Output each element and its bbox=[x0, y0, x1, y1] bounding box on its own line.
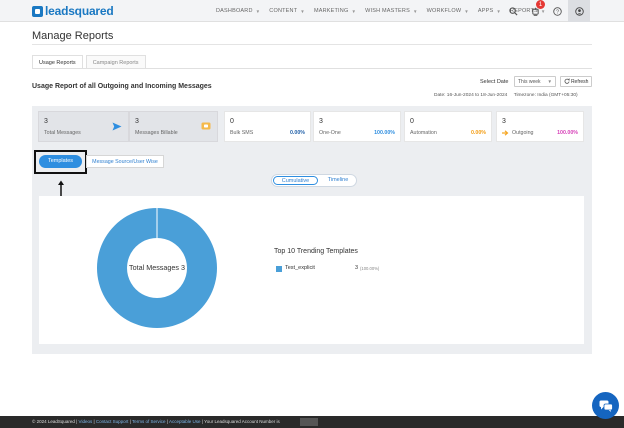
footer-link-contact-support[interactable]: Contact Support bbox=[96, 419, 129, 424]
stat-label: One-One bbox=[319, 130, 341, 136]
donut-center-label: Total Messages 3 bbox=[129, 263, 185, 272]
stat-value: 3 bbox=[502, 118, 506, 125]
nav-dashboard[interactable]: DASHBOARD ▼ bbox=[216, 8, 260, 14]
notifications-button[interactable]: 1 bbox=[524, 0, 546, 22]
timezone-text: Timezone: India (GMT+05:30) bbox=[513, 93, 578, 98]
nav-content[interactable]: CONTENT ▼ bbox=[269, 8, 305, 14]
tab-usage-reports[interactable]: Usage Reports bbox=[32, 55, 83, 69]
stat-outgoing[interactable]: 3 Outgoing 100.00% bbox=[496, 111, 584, 142]
report-title: Usage Report of all Outgoing and Incomin… bbox=[32, 83, 212, 90]
leadsquared-logo[interactable]: leadsquared bbox=[32, 4, 114, 18]
select-date-label: Select Date bbox=[480, 79, 509, 85]
date-range-select[interactable]: This week ▼ bbox=[514, 76, 556, 87]
footer-account-text: | Your Leadsquared Account Number is bbox=[201, 419, 280, 424]
chat-button[interactable] bbox=[592, 392, 619, 419]
chevron-down-icon: ▼ bbox=[412, 8, 418, 14]
stat-label: Total Messages bbox=[44, 130, 81, 136]
redacted-account-number bbox=[300, 418, 318, 426]
stat-label: Bulk SMS bbox=[230, 130, 254, 136]
donut-chart: Total Messages 3 bbox=[96, 208, 217, 328]
footer-link-videos[interactable]: Videos bbox=[79, 419, 93, 424]
nav-marketing-label: MARKETING bbox=[313, 8, 349, 14]
outgoing-arrow-icon bbox=[502, 130, 509, 136]
stat-value: 0 bbox=[230, 118, 234, 125]
logo-text: leadsquared bbox=[45, 4, 114, 18]
cumulative-toggle[interactable]: Cumulative bbox=[273, 176, 318, 185]
report-tabs: Usage Reports Campaign Reports bbox=[32, 55, 149, 69]
nav-dashboard-label: DASHBOARD bbox=[216, 8, 253, 14]
legend-label: Test_explicit bbox=[285, 265, 315, 271]
legend-percent: (100.00%) bbox=[360, 266, 380, 271]
logo-mark-icon bbox=[32, 5, 43, 17]
nav-apps-label: APPS bbox=[477, 8, 494, 14]
stat-automation[interactable]: 0 Automation 0.00% bbox=[404, 111, 492, 142]
chevron-down-icon: ▼ bbox=[351, 8, 357, 14]
stat-messages-billable[interactable]: 3 Messages Billable bbox=[129, 111, 218, 142]
stat-percent: 0.00% bbox=[289, 130, 305, 136]
stat-value: 3 bbox=[319, 118, 323, 125]
nav-content-label: CONTENT bbox=[269, 8, 298, 14]
chart-title: Top 10 Trending Templates bbox=[274, 248, 358, 255]
legend-swatch bbox=[276, 266, 282, 272]
tab-campaign-reports[interactable]: Campaign Reports bbox=[85, 55, 146, 69]
date-range-info: Date: 16-Jun-2024 to 18-Jun-2024 Timezon… bbox=[434, 93, 578, 98]
stat-bulk-sms[interactable]: 0 Bulk SMS 0.00% bbox=[224, 111, 311, 142]
nav-marketing[interactable]: MARKETING ▼ bbox=[314, 8, 356, 14]
divider bbox=[32, 68, 592, 69]
top-navigation-bar: leadsquared DASHBOARD ▼ CONTENT ▼ MARKETIN… bbox=[0, 0, 624, 22]
svg-text:?: ? bbox=[556, 9, 559, 15]
nav-wish-masters-label: WISH MASTERS bbox=[365, 8, 410, 14]
stat-value: 3 bbox=[135, 118, 139, 125]
chat-icon bbox=[599, 400, 613, 412]
legend-item[interactable]: Test_explicit 3 (100.00%) bbox=[276, 265, 396, 273]
user-menu-button[interactable] bbox=[568, 0, 590, 22]
refresh-button[interactable]: Refresh bbox=[560, 76, 592, 87]
user-icon bbox=[574, 6, 584, 16]
notification-badge: 1 bbox=[536, 0, 545, 9]
chevron-down-icon: ▼ bbox=[300, 8, 305, 14]
stat-percent: 0.00% bbox=[470, 130, 486, 136]
stat-percent: 100.00% bbox=[374, 130, 395, 136]
help-button[interactable]: ? bbox=[546, 0, 568, 22]
nav-apps[interactable]: APPS ▼ bbox=[478, 8, 501, 14]
stat-total-messages[interactable]: 3 Total Messages bbox=[38, 111, 129, 142]
stat-value: 0 bbox=[410, 118, 414, 125]
message-source-button[interactable]: Message Source/User Wise bbox=[86, 155, 164, 168]
help-icon: ? bbox=[552, 6, 562, 16]
divider bbox=[32, 44, 592, 45]
stat-percent: 100.00% bbox=[557, 130, 578, 136]
header-icons: 1 ? bbox=[502, 0, 590, 22]
date-range-text: Date: 16-Jun-2024 to 18-Jun-2024 bbox=[434, 93, 508, 98]
chevron-down-icon: ▼ bbox=[255, 8, 261, 14]
stat-label: Automation bbox=[410, 130, 437, 136]
nav-wish-masters[interactable]: WISH MASTERS ▼ bbox=[365, 8, 418, 14]
stat-label: Outgoing bbox=[512, 130, 534, 136]
footer-link-terms[interactable]: Terms of Service bbox=[132, 419, 166, 424]
refresh-label: Refresh bbox=[570, 79, 589, 85]
nav-workflow-label: WORKFLOW bbox=[426, 8, 462, 14]
billing-icon bbox=[201, 122, 211, 130]
nav-workflow[interactable]: WORKFLOW ▼ bbox=[427, 8, 469, 14]
refresh-icon bbox=[564, 78, 570, 84]
search-icon bbox=[508, 6, 518, 16]
chevron-down-icon: ▼ bbox=[496, 8, 502, 14]
view-toggle: Cumulative Timeline bbox=[271, 174, 357, 187]
footer-text: © 2024 LeadSquared | Videos | Contact Su… bbox=[32, 419, 280, 424]
stat-label: Messages Billable bbox=[135, 130, 178, 136]
page-title: Manage Reports bbox=[32, 30, 114, 42]
send-icon bbox=[112, 122, 122, 131]
chevron-down-icon: ▼ bbox=[464, 8, 469, 14]
stat-one-one[interactable]: 3 One-One 100.00% bbox=[313, 111, 401, 142]
templates-button[interactable]: Templates bbox=[39, 155, 82, 168]
timeline-toggle[interactable]: Timeline bbox=[320, 176, 356, 185]
stat-value: 3 bbox=[44, 118, 48, 125]
date-range-value: This week bbox=[518, 79, 541, 85]
footer-link-acceptable-use[interactable]: Acceptable Use bbox=[169, 419, 201, 424]
chevron-down-icon: ▼ bbox=[547, 79, 552, 84]
legend-value: 3 bbox=[355, 265, 359, 271]
search-button[interactable] bbox=[502, 0, 524, 22]
footer-copyright: © 2024 LeadSquared | bbox=[32, 419, 78, 424]
